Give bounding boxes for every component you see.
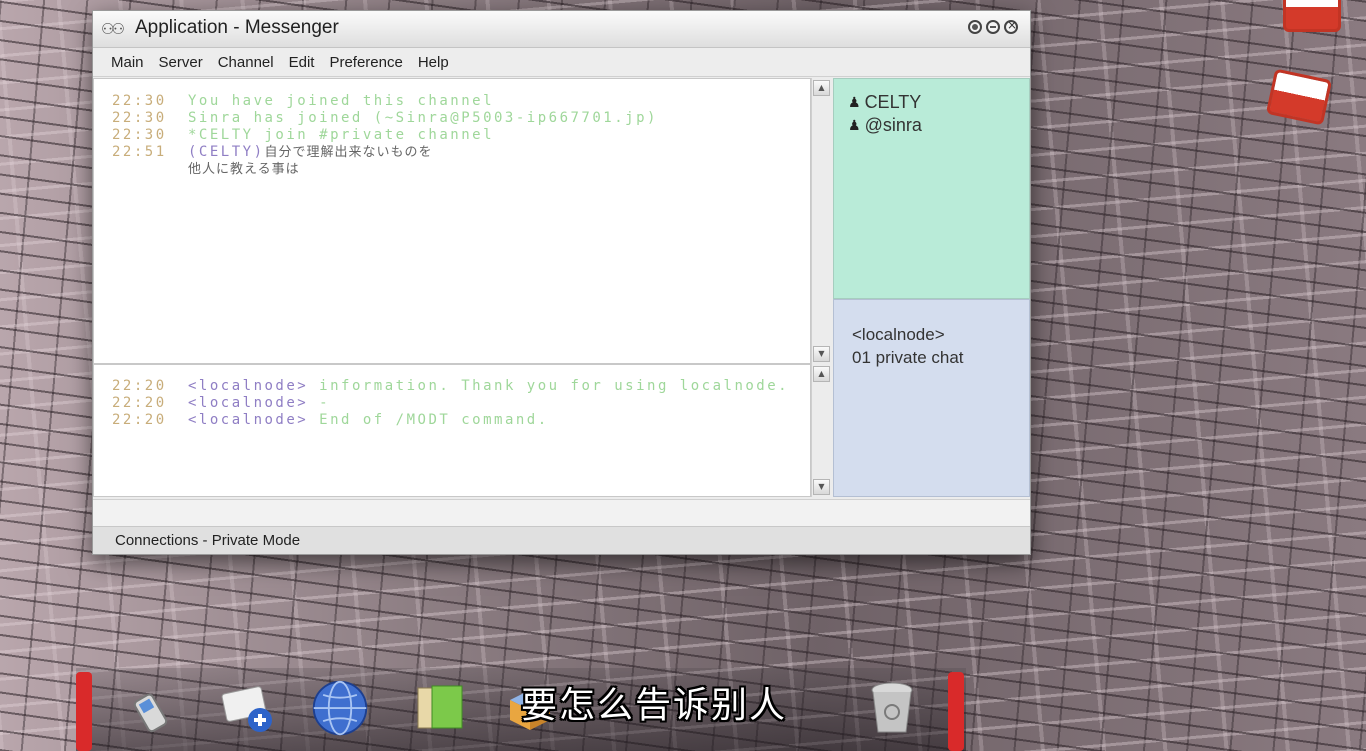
maximize-button[interactable] [968, 20, 982, 34]
channel-item[interactable]: 01 private chat [852, 348, 964, 368]
scroll-up-icon[interactable]: ▲ [813, 366, 830, 382]
server-message: information. Thank you for using localno… [319, 378, 790, 394]
user-icon: ♟ [848, 117, 861, 133]
menu-help[interactable]: Help [418, 54, 449, 71]
window-title: Application - Messenger [135, 17, 339, 38]
status-bar: Connections - Private Mode [93, 527, 1030, 554]
server-log[interactable]: 22:20 <localnode> information. Thank you … [93, 364, 811, 497]
menu-edit[interactable]: Edit [289, 54, 315, 71]
server-node-item[interactable]: <localnode> [852, 325, 945, 345]
server-nick: <localnode> [188, 412, 309, 428]
title-bar[interactable]: ⚇⚇ Application - Messenger [93, 11, 1030, 48]
subtitle-caption: 要怎么告诉别人 [521, 685, 788, 726]
scroll-down-icon[interactable]: ▼ [813, 479, 830, 495]
folder-icon[interactable] [410, 678, 470, 738]
chat-scrollbar[interactable]: ▲ ▼ [811, 78, 831, 364]
timestamp: 22:20 [112, 378, 167, 394]
server-log-scrollbar[interactable]: ▲ ▼ [811, 364, 831, 497]
channel-list: <localnode> 01 private chat [833, 299, 1030, 497]
chat-line: 22:30 Sinra has joined (~Sinra@P5003-ip66… [112, 110, 658, 127]
user-name: CELTY [864, 92, 922, 112]
chat-message: You have joined this channel [188, 93, 495, 109]
chat-line: 他人に教える事は [112, 161, 300, 178]
menu-preference[interactable]: Preference [329, 54, 402, 71]
timestamp: 22:20 [112, 412, 167, 428]
scroll-up-icon[interactable]: ▲ [813, 80, 830, 96]
user-list: ♟ CELTY ♟ @sinra [833, 78, 1030, 299]
chat-log[interactable]: 22:30 You have joined this channel 22:30 S… [93, 78, 811, 364]
menu-bar: Main Server Channel Edit Preference Help [93, 48, 1030, 77]
timestamp: 22:30 [112, 127, 167, 143]
trash-icon[interactable] [862, 678, 922, 738]
menu-server[interactable]: Server [159, 54, 203, 71]
message-input[interactable] [93, 499, 1030, 527]
timestamp: 22:20 [112, 395, 167, 411]
dock-left-edge [76, 672, 92, 751]
menu-main[interactable]: Main [111, 54, 144, 71]
messenger-window: ⚇⚇ Application - Messenger Main Server C… [92, 10, 1031, 555]
timestamp: 22:30 [112, 93, 167, 109]
server-log-line: 22:20 <localnode> End of /MODT command. [112, 412, 549, 429]
user-item[interactable]: ♟ @sinra [848, 115, 922, 136]
mail-compose-icon[interactable] [218, 678, 278, 738]
desktop-widget-tab[interactable] [1283, 0, 1341, 32]
user-icon: ♟ [848, 94, 861, 110]
scroll-down-icon[interactable]: ▼ [813, 346, 830, 362]
chat-line: 22:30 *CELTY join #private channel [112, 127, 494, 144]
server-nick: <localnode> [188, 378, 309, 394]
close-button[interactable] [1004, 18, 1018, 34]
server-nick: <localnode> [188, 395, 309, 411]
server-message: - [319, 395, 331, 411]
globe-icon[interactable] [310, 678, 370, 738]
chat-message: 他人に教える事は [188, 162, 300, 177]
server-message: End of /MODT command. [319, 412, 549, 428]
menu-channel[interactable]: Channel [218, 54, 274, 71]
minimize-button[interactable] [986, 20, 1000, 34]
server-log-line: 22:20 <localnode> - [112, 395, 330, 412]
chat-line: 22:51 (CELTY)自分で理解出来ないものを [112, 144, 433, 161]
timestamp: 22:51 [112, 144, 167, 160]
chat-line: 22:30 You have joined this channel [112, 93, 494, 110]
chat-message: *CELTY join #private channel [188, 127, 495, 143]
chat-nick: (CELTY) [188, 144, 265, 160]
timestamp: 22:30 [112, 110, 167, 126]
chat-message: 自分で理解出来ないものを [264, 145, 433, 160]
chat-message: Sinra has joined (~Sinra@P5003-ip667701.… [188, 110, 658, 126]
window-controls [968, 18, 1018, 34]
user-item[interactable]: ♟ CELTY [848, 92, 921, 113]
users-icon: ⚇⚇ [101, 20, 125, 38]
dock-right-edge [948, 672, 964, 751]
server-log-line: 22:20 <localnode> information. Thank you … [112, 378, 789, 395]
phone-icon[interactable] [126, 678, 186, 738]
user-name: @sinra [864, 115, 922, 135]
